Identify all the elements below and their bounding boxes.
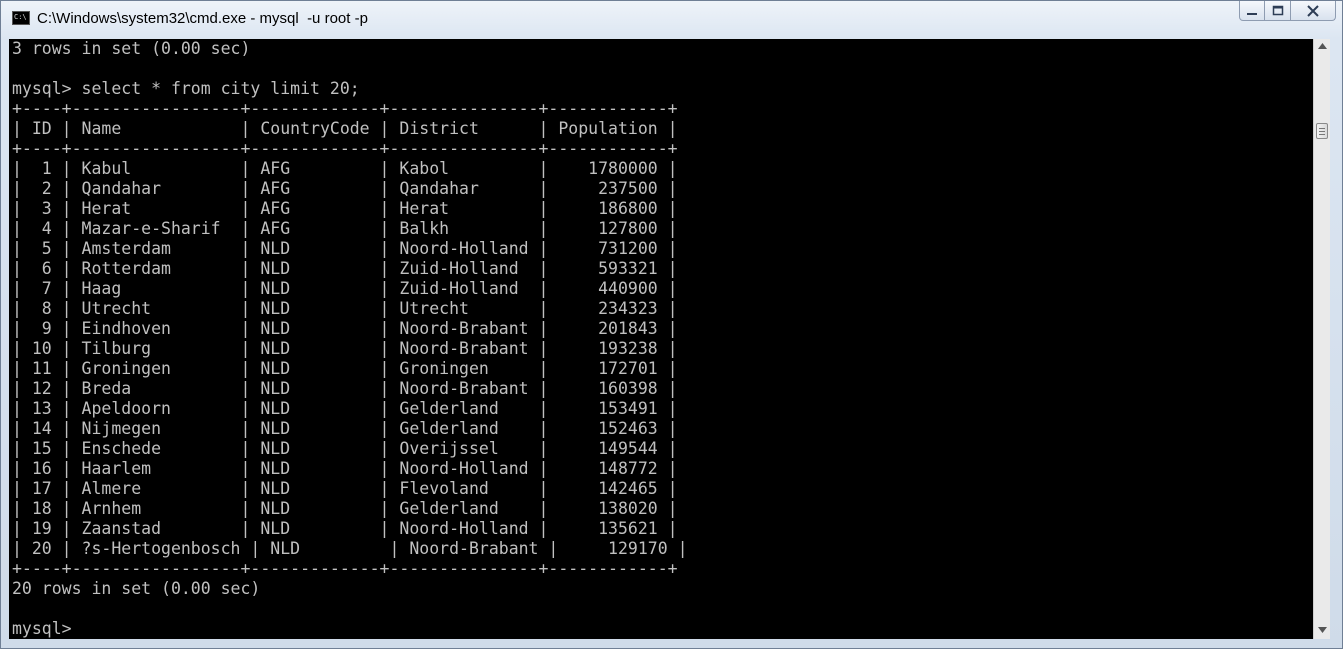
scroll-thumb-grip-icon xyxy=(1319,131,1325,132)
console-line: | 16 | Haarlem | NLD | Noord-Holland | 1… xyxy=(12,459,678,478)
console-line: 3 rows in set (0.00 sec) xyxy=(12,39,251,58)
console-line: 20 rows in set (0.00 sec) xyxy=(12,579,261,598)
caption-buttons xyxy=(1239,1,1336,23)
close-button[interactable] xyxy=(1291,1,1336,21)
console-output[interactable]: 3 rows in set (0.00 sec) mysql> select * … xyxy=(9,39,1313,639)
console-line: | 7 | Haag | NLD | Zuid-Holland | 440900… xyxy=(12,279,678,298)
console-line: | 20 | ?s-Hertogenbosch | NLD | Noord-Br… xyxy=(12,539,688,558)
scroll-thumb-grip-icon xyxy=(1319,128,1325,129)
console-line: | 15 | Enschede | NLD | Overijssel | 149… xyxy=(12,439,678,458)
console-text: 3 rows in set (0.00 sec) mysql> select * … xyxy=(12,39,688,639)
console-line: | 13 | Apeldoorn | NLD | Gelderland | 15… xyxy=(12,399,678,418)
vertical-scrollbar[interactable] xyxy=(1313,39,1330,639)
minimize-button[interactable] xyxy=(1239,1,1265,21)
console-line: mysql> select * from city limit 20; xyxy=(12,79,360,98)
console-line: | 9 | Eindhoven | NLD | Noord-Brabant | … xyxy=(12,319,678,338)
console-line: | 11 | Groningen | NLD | Groningen | 172… xyxy=(12,359,678,378)
console-line: | 2 | Qandahar | AFG | Qandahar | 237500… xyxy=(12,179,678,198)
console-line: mysql> xyxy=(12,619,72,638)
scroll-thumb-grip-icon xyxy=(1319,134,1325,135)
console-line: | 10 | Tilburg | NLD | Noord-Brabant | 1… xyxy=(12,339,678,358)
console-line: | 14 | Nijmegen | NLD | Gelderland | 152… xyxy=(12,419,678,438)
console-line: | 8 | Utrecht | NLD | Utrecht | 234323 | xyxy=(12,299,678,318)
console-line: | 3 | Herat | AFG | Herat | 186800 | xyxy=(12,199,678,218)
maximize-icon xyxy=(1265,3,1290,21)
console-line: | 1 | Kabul | AFG | Kabol | 1780000 | xyxy=(12,159,678,178)
console-line: +----+-----------------+-------------+--… xyxy=(12,99,678,118)
cmd-console-icon[interactable]: C:\ xyxy=(12,11,30,25)
console-line: | 6 | Rotterdam | NLD | Zuid-Holland | 5… xyxy=(12,259,678,278)
maximize-button[interactable] xyxy=(1265,1,1291,21)
console-line: | 5 | Amsterdam | NLD | Noord-Holland | … xyxy=(12,239,678,258)
console-line: | ID | Name | CountryCode | District | P… xyxy=(12,119,678,138)
window-title: C:\Windows\system32\cmd.exe - mysql -u r… xyxy=(37,10,368,27)
console-line: | 4 | Mazar-e-Sharif | AFG | Balkh | 127… xyxy=(12,219,678,238)
scroll-up-arrow-icon[interactable] xyxy=(1314,39,1330,55)
cmd-window: C:\ C:\Windows\system32\cmd.exe - mysql … xyxy=(0,0,1343,649)
console-line: | 19 | Zaanstad | NLD | Noord-Holland | … xyxy=(12,519,678,538)
console-line: +----+-----------------+-------------+--… xyxy=(12,559,678,578)
close-icon xyxy=(1291,3,1335,21)
console-line: | 12 | Breda | NLD | Noord-Brabant | 160… xyxy=(12,379,678,398)
title-bar[interactable]: C:\ C:\Windows\system32\cmd.exe - mysql … xyxy=(1,1,1342,38)
console-line: | 17 | Almere | NLD | Flevoland | 142465… xyxy=(12,479,678,498)
scroll-thumb[interactable] xyxy=(1316,123,1328,139)
minimize-icon xyxy=(1240,3,1264,21)
console-line: +----+-----------------+-------------+--… xyxy=(12,139,678,158)
console-line: | 18 | Arnhem | NLD | Gelderland | 13802… xyxy=(12,499,678,518)
scroll-down-arrow-icon[interactable] xyxy=(1314,623,1330,639)
